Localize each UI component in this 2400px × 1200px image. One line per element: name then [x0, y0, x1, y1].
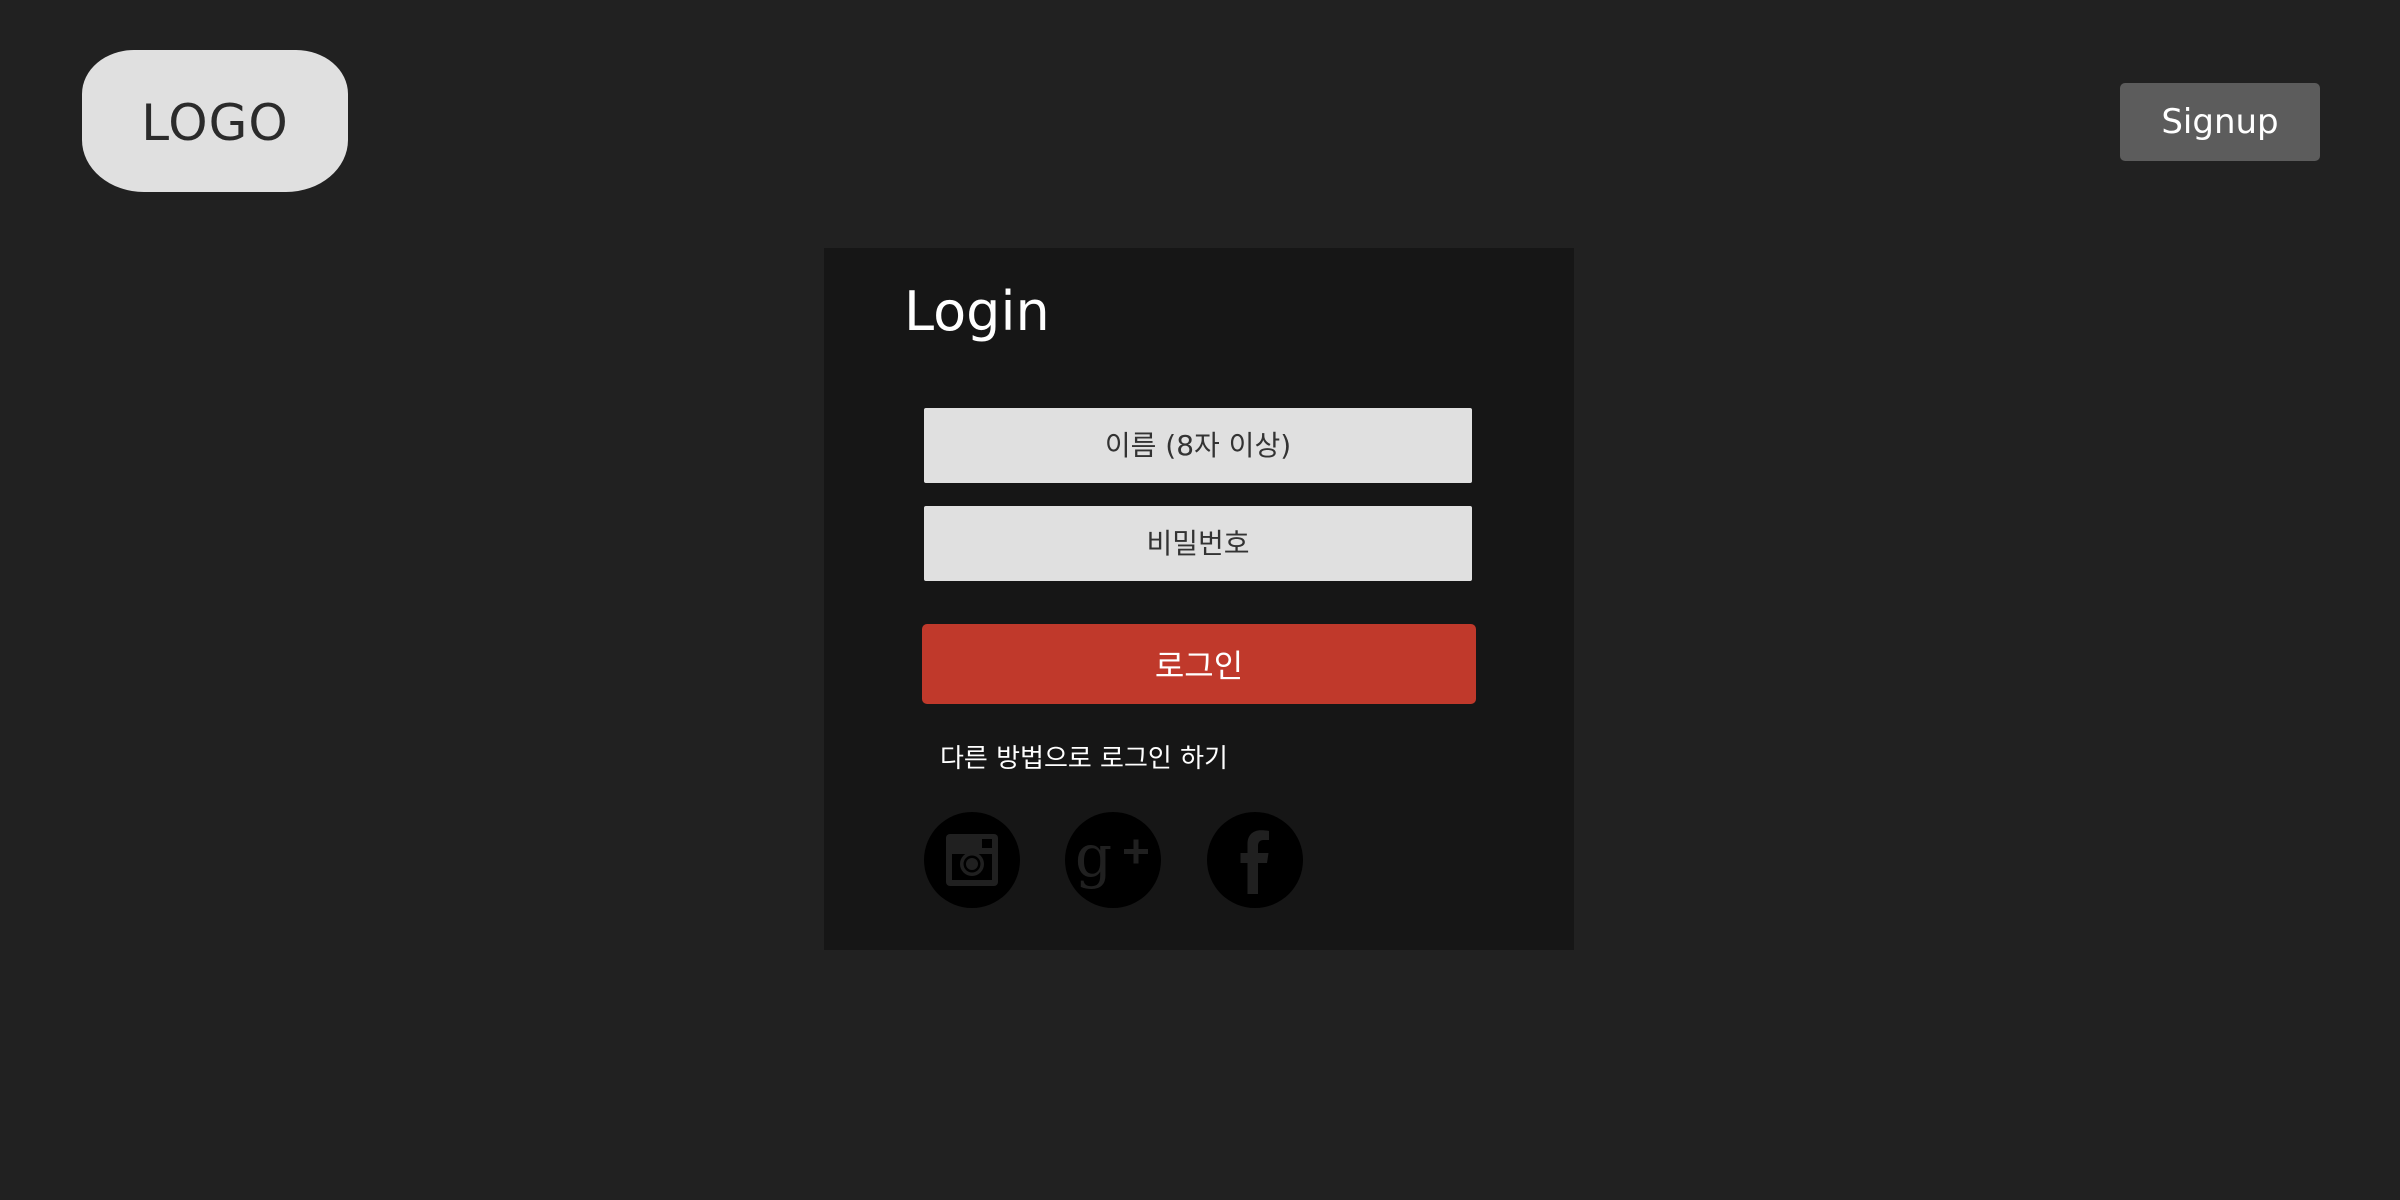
instagram-login-button[interactable] — [924, 812, 1020, 908]
facebook-login-button[interactable] — [1207, 812, 1303, 908]
page-title: Login — [904, 280, 1050, 343]
google-plus-login-button[interactable]: g — [1065, 812, 1161, 908]
logo-text: LOGO — [141, 94, 289, 152]
password-field[interactable] — [924, 506, 1472, 581]
logo[interactable]: LOGO — [82, 50, 348, 192]
login-panel: Login 로그인 다른 방법으로 로그인 하기 g — [824, 248, 1574, 950]
instagram-icon — [946, 834, 998, 886]
google-plus-icon: g — [1075, 822, 1148, 890]
facebook-icon — [1240, 830, 1269, 894]
svg-text:g: g — [1075, 822, 1112, 890]
alt-login-label: 다른 방법으로 로그인 하기 — [940, 744, 1228, 774]
login-button[interactable]: 로그인 — [922, 624, 1476, 704]
name-field[interactable] — [924, 408, 1472, 483]
signup-button[interactable]: Signup — [2120, 83, 2320, 161]
